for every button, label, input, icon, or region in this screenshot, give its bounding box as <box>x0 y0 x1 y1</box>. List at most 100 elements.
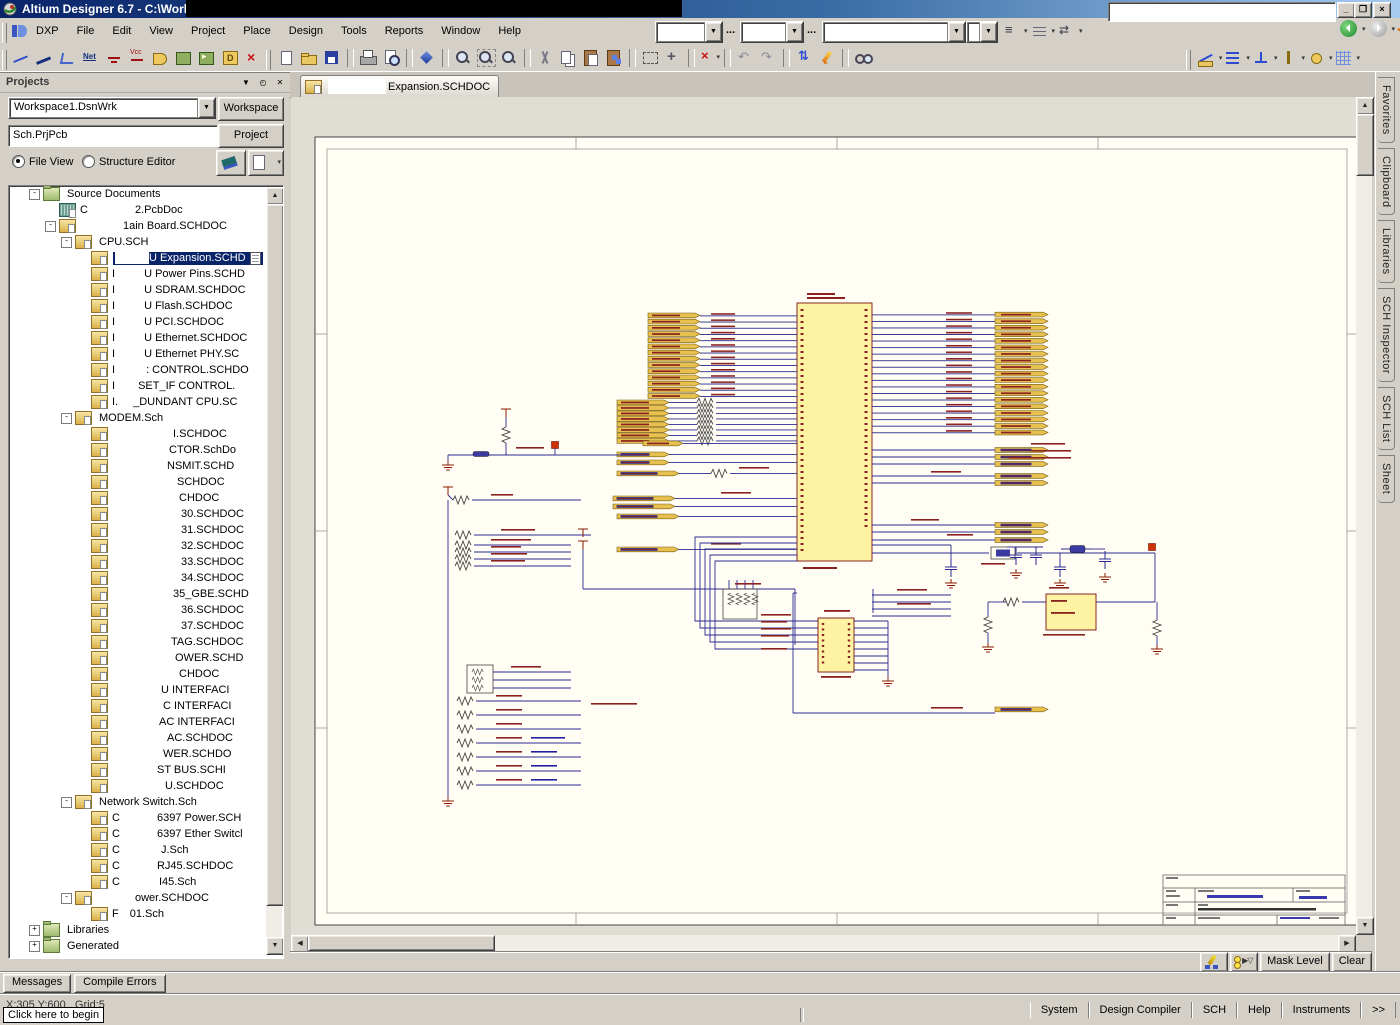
tree-item[interactable]: I U Ethernet.SCHDOC <box>9 330 283 346</box>
panel-tab[interactable]: Clipboard <box>1378 148 1395 216</box>
tree-expander[interactable]: + <box>29 941 40 952</box>
tree-item[interactable]: C RJ45.SCHDOC <box>9 858 283 874</box>
paste-array-icon[interactable] <box>604 48 625 68</box>
chevron-down-icon[interactable]: ▾ <box>1362 25 1366 33</box>
part-icon[interactable] <box>150 48 171 68</box>
tree-item[interactable]: 35_GBE.SCHD <box>9 586 283 602</box>
tree-item[interactable]: C J.Sch <box>9 842 283 858</box>
bus-icon[interactable] <box>35 48 56 68</box>
scroll-up-icon[interactable]: ▲ <box>266 187 284 205</box>
status-panel-button[interactable]: >> <box>1361 1002 1396 1018</box>
print-icon[interactable] <box>358 48 379 68</box>
tree-item[interactable]: 31.SCHDOC <box>9 522 283 538</box>
gnd-power-icon[interactable] <box>104 48 125 68</box>
menu-item[interactable]: Edit <box>103 22 140 40</box>
no-erc-icon[interactable] <box>242 48 263 68</box>
status-panel-button[interactable]: Design Compiler <box>1089 1002 1192 1018</box>
menu-item[interactable]: Design <box>280 22 332 40</box>
reorder-icon[interactable] <box>794 48 815 68</box>
tree-item[interactable]: 30.SCHDOC <box>9 506 283 522</box>
zoom-document-icon[interactable] <box>453 48 474 68</box>
panel-tab[interactable]: Favorites <box>1378 77 1395 143</box>
scroll-down-icon[interactable]: ▼ <box>1356 917 1374 935</box>
tree-item[interactable]: AC.SCHDOC <box>9 730 283 746</box>
project-field[interactable]: Sch.PrjPcb <box>8 125 218 147</box>
undo-icon[interactable] <box>735 48 756 68</box>
menubar-grip[interactable] <box>2 23 7 43</box>
panel-menu-icon[interactable]: ▼ <box>239 76 253 89</box>
clear-filter-icon[interactable] <box>699 48 720 68</box>
view-3d-icon[interactable] <box>417 48 438 68</box>
tree-item[interactable]: - ower.SCHDOC <box>9 890 283 906</box>
schematic-canvas[interactable] <box>291 97 1356 935</box>
scrollbar-thumb[interactable] <box>266 204 284 906</box>
more-button-2[interactable]: ... <box>805 24 818 36</box>
tree-item[interactable]: OWER.SCHD <box>9 650 283 666</box>
filter-icon[interactable] <box>1230 952 1258 972</box>
forward-icon[interactable] <box>1370 20 1387 37</box>
scrollbar-thumb[interactable] <box>1356 114 1374 176</box>
toolbar-grip[interactable] <box>2 50 7 70</box>
tree-item[interactable]: TAG.SCHDOC <box>9 634 283 650</box>
more-button-1[interactable]: ... <box>724 24 737 36</box>
tree-item[interactable]: 37.SCHDOC <box>9 618 283 634</box>
workspace-combo[interactable]: Workspace1.DsnWrk ▼ <box>8 97 216 119</box>
tree-item[interactable]: C 6397 Ether Switcl <box>9 826 283 842</box>
polyline-icon[interactable] <box>58 48 79 68</box>
address-input[interactable] <box>1108 2 1336 22</box>
tree-item[interactable]: I : CONTROL.SCHDO <box>9 362 283 378</box>
status-panel-button[interactable]: Help <box>1237 1002 1282 1018</box>
tree-expander[interactable]: - <box>29 189 40 200</box>
pin-icon[interactable]: ◴ <box>256 76 270 89</box>
menu-item[interactable]: Project <box>182 22 234 40</box>
menu-item[interactable]: File <box>68 22 104 40</box>
tree-expander[interactable]: - <box>61 893 72 904</box>
tree-scrollbar[interactable]: ▲ ▼ <box>266 187 282 955</box>
redo-icon[interactable] <box>758 48 779 68</box>
via-tool-icon[interactable] <box>1306 48 1327 68</box>
project-button[interactable]: Project <box>218 124 284 148</box>
tree-item[interactable]: ST BUS.SCHI <box>9 762 283 778</box>
tree-item[interactable]: I U PCI.SCHDOC <box>9 314 283 330</box>
tree-item[interactable]: - 1ain Board.SCHDOC <box>9 218 283 234</box>
panel-tab[interactable]: Compile Errors <box>74 974 165 993</box>
scroll-down-icon[interactable]: ▼ <box>266 937 284 955</box>
tree-expander[interactable]: - <box>61 237 72 248</box>
tree-item[interactable]: CTOR.SchDo <box>9 442 283 458</box>
panel-tab[interactable]: Libraries <box>1378 220 1395 283</box>
directive-icon[interactable] <box>219 48 240 68</box>
toolbar-grip[interactable] <box>266 50 271 70</box>
scroll-up-icon[interactable]: ▲ <box>1356 97 1374 115</box>
structure-editor-radio[interactable]: Structure Editor <box>82 155 175 168</box>
tree-expander[interactable]: - <box>61 797 72 808</box>
menu-item[interactable]: Place <box>234 22 280 40</box>
panel-tab[interactable]: Messages <box>3 974 71 993</box>
tree-item[interactable]: I SET_IF CONTROL. <box>9 378 283 394</box>
tree-item[interactable]: U INTERFACI <box>9 682 283 698</box>
restore-button[interactable]: ❐ <box>1354 2 1372 18</box>
select-area-icon[interactable] <box>640 48 661 68</box>
tree-item[interactable]: NSMIT.SCHD <box>9 458 283 474</box>
tree-item[interactable]: 34.SCHDOC <box>9 570 283 586</box>
open-icon[interactable] <box>299 48 320 68</box>
tree-item[interactable]: - Network Switch.Sch <box>9 794 283 810</box>
zoom-selection-icon[interactable] <box>499 48 520 68</box>
format-combo-1[interactable]: ▼ <box>655 21 723 43</box>
net-label-icon[interactable] <box>81 48 102 68</box>
power-source-icon[interactable] <box>1251 48 1272 68</box>
tree-item[interactable]: I U Ethernet PHY.SC <box>9 346 283 362</box>
find-similar-icon[interactable] <box>853 48 874 68</box>
tree-item[interactable]: U.SCHDOC <box>9 778 283 794</box>
menu-item[interactable]: DXP <box>27 22 68 40</box>
panel-tab[interactable]: SCH Inspector <box>1378 288 1395 382</box>
sheet-entry-icon[interactable] <box>196 48 217 68</box>
dots-icon[interactable] <box>1029 21 1050 41</box>
cut-icon[interactable] <box>535 48 556 68</box>
format-combo-2[interactable]: ▼ <box>740 21 804 43</box>
vertical-scrollbar[interactable]: ▲ ▼ <box>1356 97 1372 935</box>
validate-icon-button[interactable] <box>216 150 246 176</box>
save-icon[interactable] <box>322 48 343 68</box>
highlight-pen-icon[interactable] <box>1200 952 1228 972</box>
tree-item[interactable]: I U Power Pins.SCHD <box>9 266 283 282</box>
print-preview-icon[interactable] <box>381 48 402 68</box>
